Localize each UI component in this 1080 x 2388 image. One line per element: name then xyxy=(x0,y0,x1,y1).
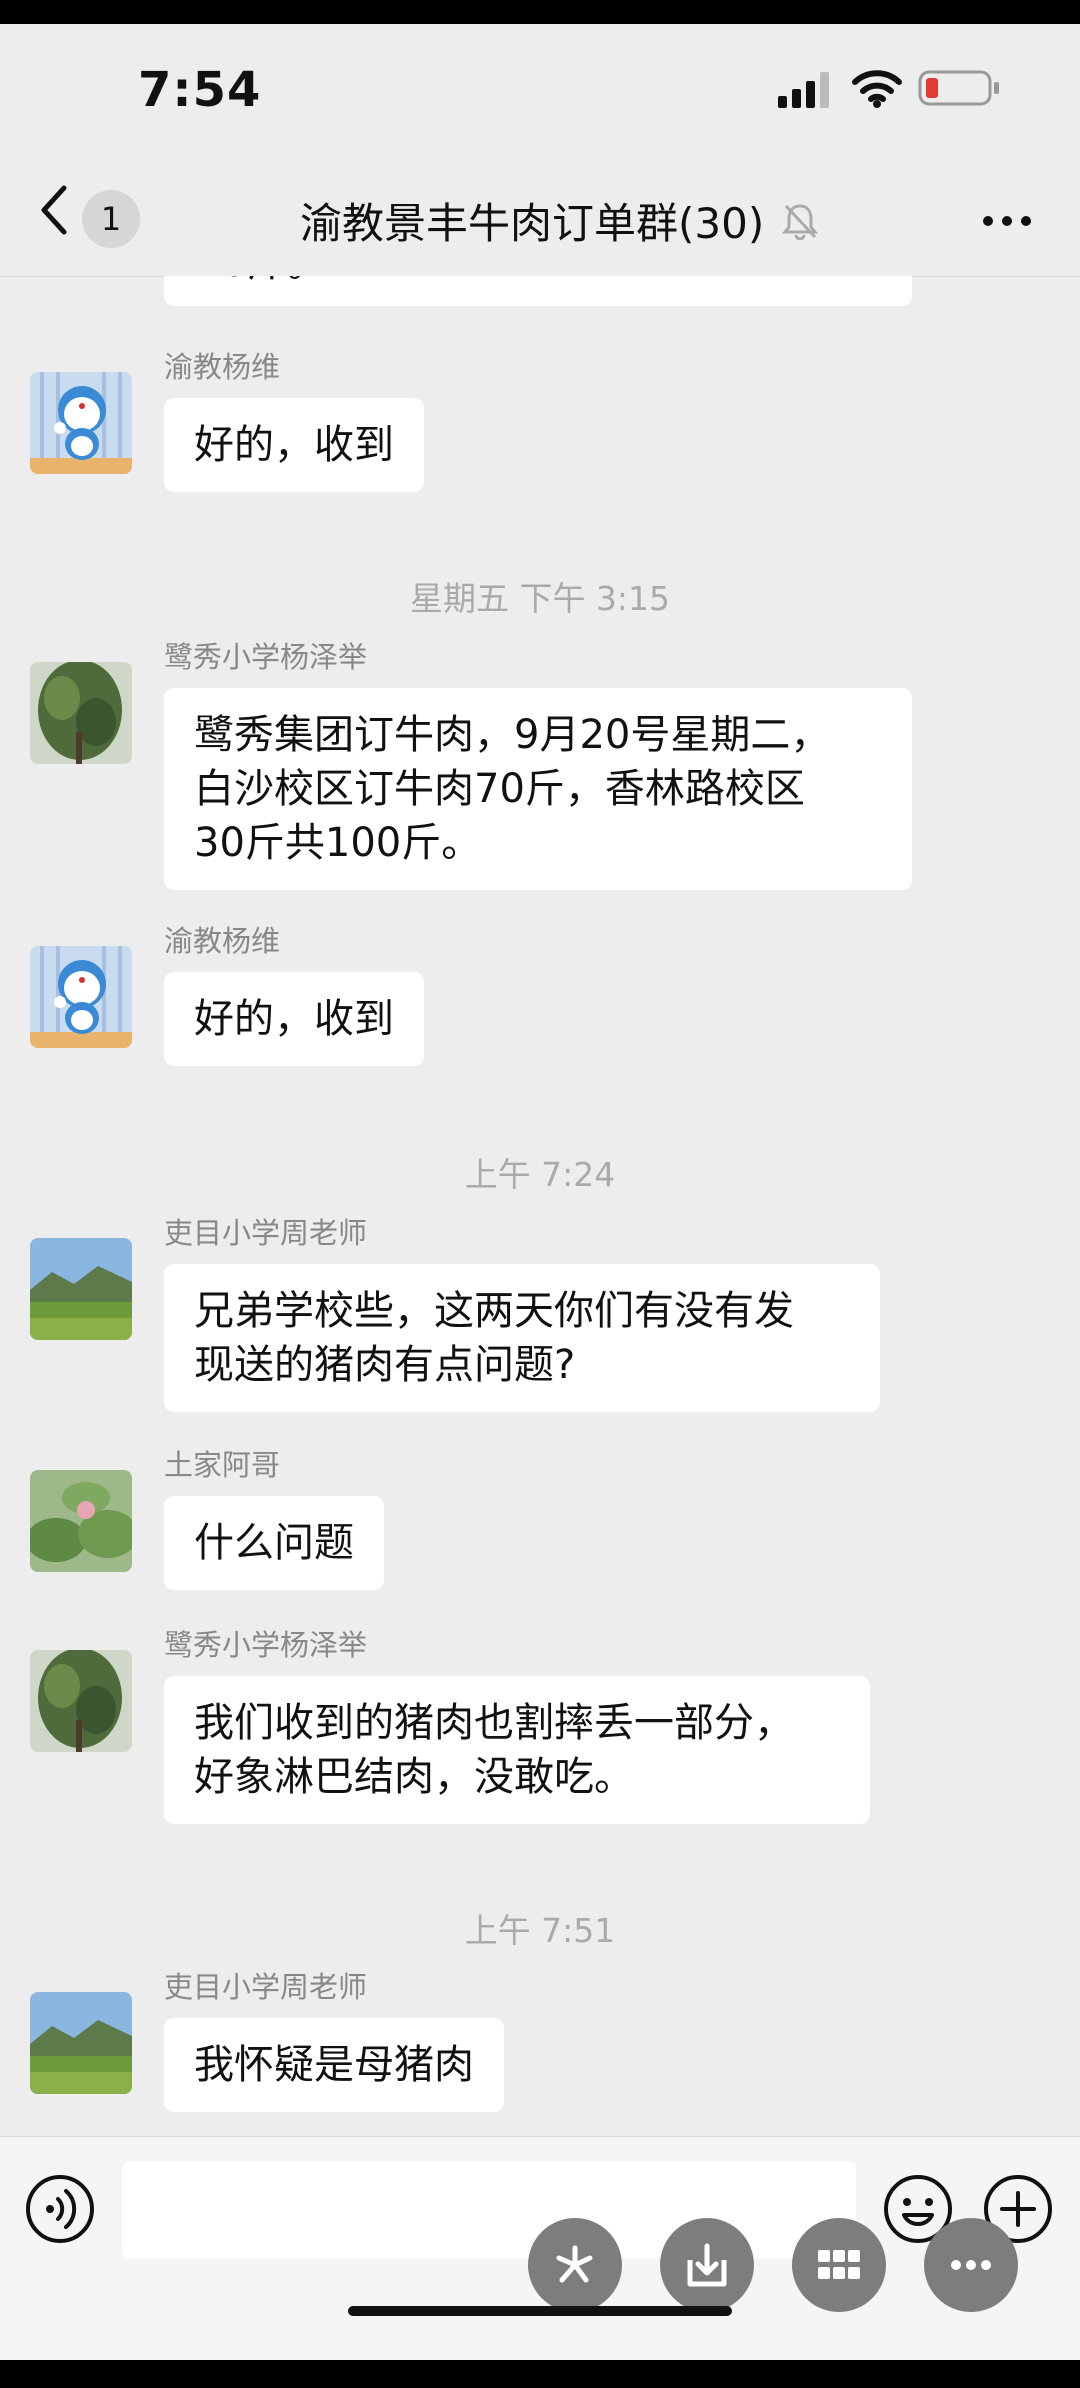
message-bubble[interactable]: 好的，收到 xyxy=(164,972,424,1066)
doraemon-avatar-icon xyxy=(30,372,132,474)
message-bubble[interactable]: 好的，收到 xyxy=(164,398,424,492)
message-line: 30斤共100斤。 xyxy=(194,820,482,866)
home-indicator[interactable] xyxy=(348,2306,732,2316)
pinwheel-button[interactable] xyxy=(528,2218,622,2312)
message-line: 现送的猪肉有点问题? xyxy=(194,1342,576,1388)
message-bubble[interactable]: 我怀疑是母猪肉 xyxy=(164,2018,504,2112)
message-timestamp: 上午 7:51 xyxy=(464,1911,616,1950)
voice-input-icon[interactable] xyxy=(24,2173,96,2245)
message-timestamp: 星期五 下午 3:15 xyxy=(409,579,671,618)
wifi-icon xyxy=(852,70,902,108)
message-text: 什么问题 xyxy=(194,1520,354,1566)
message-bubble[interactable]: 鹭秀集团订牛肉，9月20号星期二， 白沙校区订牛肉70斤，香林路校区 30斤共1… xyxy=(164,688,912,890)
sender-name: 渝教杨维 xyxy=(164,350,281,384)
message-line: 鹭秀集团订牛肉，9月20号星期二， xyxy=(194,712,831,758)
message-line: 我们收到的猪肉也割摔丢一部分， xyxy=(194,1700,794,1746)
unread-badge[interactable]: 1 xyxy=(82,190,140,248)
status-time: 7:54 xyxy=(138,62,262,118)
chat-title: 渝教景丰牛肉订单群(30) xyxy=(300,199,765,248)
chat-screen: 7:54 1 渝教景丰牛肉订单群(30) 渝教杨维 好的，收到 星期五 下午 3… xyxy=(0,24,1080,2360)
mute-bell-icon xyxy=(782,204,818,240)
back-arrow-icon[interactable] xyxy=(36,184,72,236)
grid-icon xyxy=(818,2250,860,2279)
message-line: 白沙校区订牛肉70斤，香林路校区 xyxy=(194,766,805,812)
avatar[interactable] xyxy=(30,662,132,764)
avatar[interactable] xyxy=(30,1992,132,2094)
sender-name: 吏目小学周老师 xyxy=(164,1970,368,2004)
download-button[interactable] xyxy=(660,2218,754,2312)
avatar[interactable] xyxy=(30,1650,132,1752)
battery-icon xyxy=(918,70,999,106)
grid-apps-button[interactable] xyxy=(792,2218,886,2312)
message-bubble[interactable]: 什么问题 xyxy=(164,1496,384,1590)
status-bar: 7:54 xyxy=(0,24,1080,144)
sender-name: 鹭秀小学杨泽举 xyxy=(164,640,368,674)
message-text: 好的，收到 xyxy=(194,996,394,1042)
avatar[interactable] xyxy=(30,1238,132,1340)
sender-name: 渝教杨维 xyxy=(164,924,281,958)
landscape-avatar-icon xyxy=(30,1992,132,2094)
message-bubble[interactable]: 20斤。 xyxy=(164,276,912,306)
message-line: 兄弟学校些，这两天你们有没有发 xyxy=(194,1288,794,1334)
message-text: 鹭秀集团订牛肉，9月20号星期二， 白沙校区订牛肉70斤，香林路校区 30斤共1… xyxy=(164,688,912,890)
message-text: 我们收到的猪肉也割摔丢一部分， 好象淋巴结肉，没敢吃。 xyxy=(164,1676,870,1824)
chat-header: 1 渝教景丰牛肉订单群(30) xyxy=(0,144,1080,277)
more-actions-button[interactable] xyxy=(924,2218,1018,2312)
message-text: 兄弟学校些，这两天你们有没有发 现送的猪肉有点问题? xyxy=(164,1264,880,1412)
doraemon-avatar-icon xyxy=(30,946,132,1048)
message-line: 好象淋巴结肉，没敢吃。 xyxy=(194,1754,634,1800)
message-text: 好的，收到 xyxy=(194,422,394,468)
sender-name: 土家阿哥 xyxy=(164,1448,281,1482)
ellipsis-icon xyxy=(951,2260,991,2270)
landscape-avatar-icon xyxy=(30,1238,132,1340)
message-bubble[interactable]: 兄弟学校些，这两天你们有没有发 现送的猪肉有点问题? xyxy=(164,1264,880,1412)
tree-avatar-icon xyxy=(30,662,132,764)
signal-icon xyxy=(778,72,829,108)
pinwheel-icon xyxy=(556,2245,593,2283)
message-text: 我怀疑是母猪肉 xyxy=(194,2042,474,2088)
avatar[interactable] xyxy=(30,1470,132,1572)
sender-name: 吏目小学周老师 xyxy=(164,1216,368,1250)
avatar[interactable] xyxy=(30,372,132,474)
message-list[interactable]: 20斤。 渝教杨维 好的，收到 星期五 下午 3:15 xyxy=(0,276,1080,2164)
message-text: 20斤。 xyxy=(196,276,327,288)
message-bubble[interactable]: 我们收到的猪肉也割摔丢一部分， 好象淋巴结肉，没敢吃。 xyxy=(164,1676,870,1824)
more-options-icon[interactable] xyxy=(982,214,1032,228)
lotus-avatar-icon xyxy=(30,1470,132,1572)
tree-avatar-icon xyxy=(30,1650,132,1752)
avatar[interactable] xyxy=(30,946,132,1048)
message-timestamp: 上午 7:24 xyxy=(464,1155,616,1194)
sender-name: 鹭秀小学杨泽举 xyxy=(164,1628,368,1662)
download-icon xyxy=(687,2243,727,2287)
